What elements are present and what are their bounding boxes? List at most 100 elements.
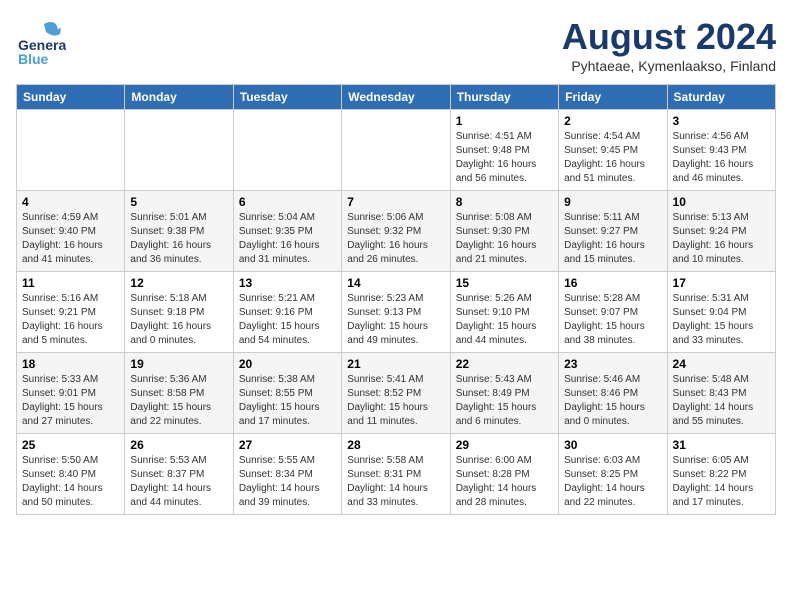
day-info: Sunrise: 5:04 AM Sunset: 9:35 PM Dayligh… [239, 211, 336, 267]
day-info: Sunrise: 5:21 AM Sunset: 9:16 PM Dayligh… [239, 292, 336, 348]
day-info: Sunrise: 5:08 AM Sunset: 9:30 PM Dayligh… [456, 211, 553, 267]
day-cell: 3 Sunrise: 4:56 AM Sunset: 9:43 PM Daylig… [667, 110, 775, 191]
title-block: August 2024 Pyhtaeae, Kymenlaakso, Finla… [562, 16, 776, 74]
day-cell: 6 Sunrise: 5:04 AM Sunset: 9:35 PM Daylig… [233, 191, 341, 272]
day-cell: 19Sunrise: 5:36 AM Sunset: 8:58 PM Dayli… [125, 353, 233, 434]
day-cell: 21 Sunrise: 5:41 AM Sunset: 8:52 PM Dayli… [342, 353, 450, 434]
day-info: Sunrise: 6:00 AM Sunset: 8:28 PM Dayligh… [456, 454, 553, 510]
day-cell: 22 Sunrise: 5:43 AM Sunset: 8:49 PM Dayli… [450, 353, 558, 434]
day-number: 12 [130, 276, 227, 290]
day-cell: 7 Sunrise: 5:06 AM Sunset: 9:32 PM Daylig… [342, 191, 450, 272]
day-info: Sunrise: 5:53 AM Sunset: 8:37 PM Dayligh… [130, 454, 227, 510]
day-cell: 1 Sunrise: 4:51 AM Sunset: 9:48 PM Daylig… [450, 110, 558, 191]
week-row-5: 25Sunrise: 5:50 AM Sunset: 8:40 PM Dayli… [17, 434, 776, 515]
day-cell: 14Sunrise: 5:23 AM Sunset: 9:13 PM Dayli… [342, 272, 450, 353]
day-info: Sunrise: 5:55 AM Sunset: 8:34 PM Dayligh… [239, 454, 336, 510]
day-cell: 26 Sunrise: 5:53 AM Sunset: 8:37 PM Dayli… [125, 434, 233, 515]
day-cell: 9 Sunrise: 5:11 AM Sunset: 9:27 PM Daylig… [559, 191, 667, 272]
day-number: 4 [22, 195, 119, 209]
day-cell: 24 Sunrise: 5:48 AM Sunset: 8:43 PM Dayli… [667, 353, 775, 434]
weekday-header-monday: Monday [125, 85, 233, 110]
day-number: 26 [130, 438, 227, 452]
day-info: Sunrise: 4:51 AM Sunset: 9:48 PM Dayligh… [456, 130, 553, 186]
logo-svg: GeneralBlue [16, 16, 66, 66]
day-cell: 20Sunrise: 5:38 AM Sunset: 8:55 PM Dayli… [233, 353, 341, 434]
day-cell: 8 Sunrise: 5:08 AM Sunset: 9:30 PM Daylig… [450, 191, 558, 272]
day-number: 6 [239, 195, 336, 209]
day-cell: 5 Sunrise: 5:01 AM Sunset: 9:38 PM Daylig… [125, 191, 233, 272]
day-info: Sunrise: 5:38 AM Sunset: 8:55 PM Dayligh… [239, 373, 336, 429]
weekday-header-thursday: Thursday [450, 85, 558, 110]
day-number: 19 [130, 357, 227, 371]
day-cell: 4 Sunrise: 4:59 AM Sunset: 9:40 PM Daylig… [17, 191, 125, 272]
day-cell: 30 Sunrise: 6:03 AM Sunset: 8:25 PM Dayli… [559, 434, 667, 515]
day-info: Sunrise: 5:16 AM Sunset: 9:21 PM Dayligh… [22, 292, 119, 348]
day-info: Sunrise: 6:05 AM Sunset: 8:22 PM Dayligh… [673, 454, 770, 510]
day-number: 9 [564, 195, 661, 209]
day-info: Sunrise: 5:31 AM Sunset: 9:04 PM Dayligh… [673, 292, 770, 348]
day-number: 23 [564, 357, 661, 371]
day-number: 1 [456, 114, 553, 128]
day-cell: 2Sunrise: 4:54 AM Sunset: 9:45 PM Daylig… [559, 110, 667, 191]
day-info: Sunrise: 6:03 AM Sunset: 8:25 PM Dayligh… [564, 454, 661, 510]
day-number: 17 [673, 276, 770, 290]
day-cell: 12 Sunrise: 5:18 AM Sunset: 9:18 PM Dayli… [125, 272, 233, 353]
day-info: Sunrise: 4:56 AM Sunset: 9:43 PM Dayligh… [673, 130, 770, 186]
day-number: 16 [564, 276, 661, 290]
day-number: 10 [673, 195, 770, 209]
day-cell: 15 Sunrise: 5:26 AM Sunset: 9:10 PM Dayli… [450, 272, 558, 353]
day-cell [17, 110, 125, 191]
day-cell: 11 Sunrise: 5:16 AM Sunset: 9:21 PM Dayli… [17, 272, 125, 353]
weekday-header-wednesday: Wednesday [342, 85, 450, 110]
day-number: 15 [456, 276, 553, 290]
day-number: 22 [456, 357, 553, 371]
day-number: 13 [239, 276, 336, 290]
day-info: Sunrise: 5:50 AM Sunset: 8:40 PM Dayligh… [22, 454, 119, 510]
day-info: Sunrise: 5:26 AM Sunset: 9:10 PM Dayligh… [456, 292, 553, 348]
weekday-header-saturday: Saturday [667, 85, 775, 110]
day-info: Sunrise: 4:59 AM Sunset: 9:40 PM Dayligh… [22, 211, 119, 267]
day-number: 31 [673, 438, 770, 452]
day-cell [125, 110, 233, 191]
day-info: Sunrise: 5:06 AM Sunset: 9:32 PM Dayligh… [347, 211, 444, 267]
day-cell: 28 Sunrise: 5:58 AM Sunset: 8:31 PM Dayli… [342, 434, 450, 515]
day-info: Sunrise: 5:58 AM Sunset: 8:31 PM Dayligh… [347, 454, 444, 510]
day-number: 28 [347, 438, 444, 452]
weekday-header-sunday: Sunday [17, 85, 125, 110]
day-cell: 10Sunrise: 5:13 AM Sunset: 9:24 PM Dayli… [667, 191, 775, 272]
day-number: 11 [22, 276, 119, 290]
day-number: 24 [673, 357, 770, 371]
day-cell [342, 110, 450, 191]
day-info: Sunrise: 5:28 AM Sunset: 9:07 PM Dayligh… [564, 292, 661, 348]
day-info: Sunrise: 5:18 AM Sunset: 9:18 PM Dayligh… [130, 292, 227, 348]
day-info: Sunrise: 5:41 AM Sunset: 8:52 PM Dayligh… [347, 373, 444, 429]
logo: GeneralBlue [16, 16, 66, 66]
day-info: Sunrise: 5:33 AM Sunset: 9:01 PM Dayligh… [22, 373, 119, 429]
day-cell: 31 Sunrise: 6:05 AM Sunset: 8:22 PM Dayli… [667, 434, 775, 515]
day-number: 30 [564, 438, 661, 452]
day-number: 3 [673, 114, 770, 128]
day-number: 2 [564, 114, 661, 128]
page-header: GeneralBlue August 2024 Pyhtaeae, Kymenl… [16, 16, 776, 74]
day-number: 7 [347, 195, 444, 209]
location-subtitle: Pyhtaeae, Kymenlaakso, Finland [562, 58, 776, 74]
day-number: 27 [239, 438, 336, 452]
day-number: 21 [347, 357, 444, 371]
day-info: Sunrise: 5:48 AM Sunset: 8:43 PM Dayligh… [673, 373, 770, 429]
day-cell: 27 Sunrise: 5:55 AM Sunset: 8:34 PM Dayli… [233, 434, 341, 515]
day-cell: 16 Sunrise: 5:28 AM Sunset: 9:07 PM Dayli… [559, 272, 667, 353]
day-cell: 18Sunrise: 5:33 AM Sunset: 9:01 PM Dayli… [17, 353, 125, 434]
day-number: 8 [456, 195, 553, 209]
day-number: 29 [456, 438, 553, 452]
week-row-4: 18Sunrise: 5:33 AM Sunset: 9:01 PM Dayli… [17, 353, 776, 434]
day-info: Sunrise: 5:11 AM Sunset: 9:27 PM Dayligh… [564, 211, 661, 267]
day-number: 5 [130, 195, 227, 209]
day-info: Sunrise: 5:01 AM Sunset: 9:38 PM Dayligh… [130, 211, 227, 267]
calendar-table: SundayMondayTuesdayWednesdayThursdayFrid… [16, 84, 776, 515]
day-info: Sunrise: 5:46 AM Sunset: 8:46 PM Dayligh… [564, 373, 661, 429]
day-cell: 23 Sunrise: 5:46 AM Sunset: 8:46 PM Dayli… [559, 353, 667, 434]
month-year-title: August 2024 [562, 16, 776, 58]
day-info: Sunrise: 5:23 AM Sunset: 9:13 PM Dayligh… [347, 292, 444, 348]
day-info: Sunrise: 5:43 AM Sunset: 8:49 PM Dayligh… [456, 373, 553, 429]
day-cell [233, 110, 341, 191]
